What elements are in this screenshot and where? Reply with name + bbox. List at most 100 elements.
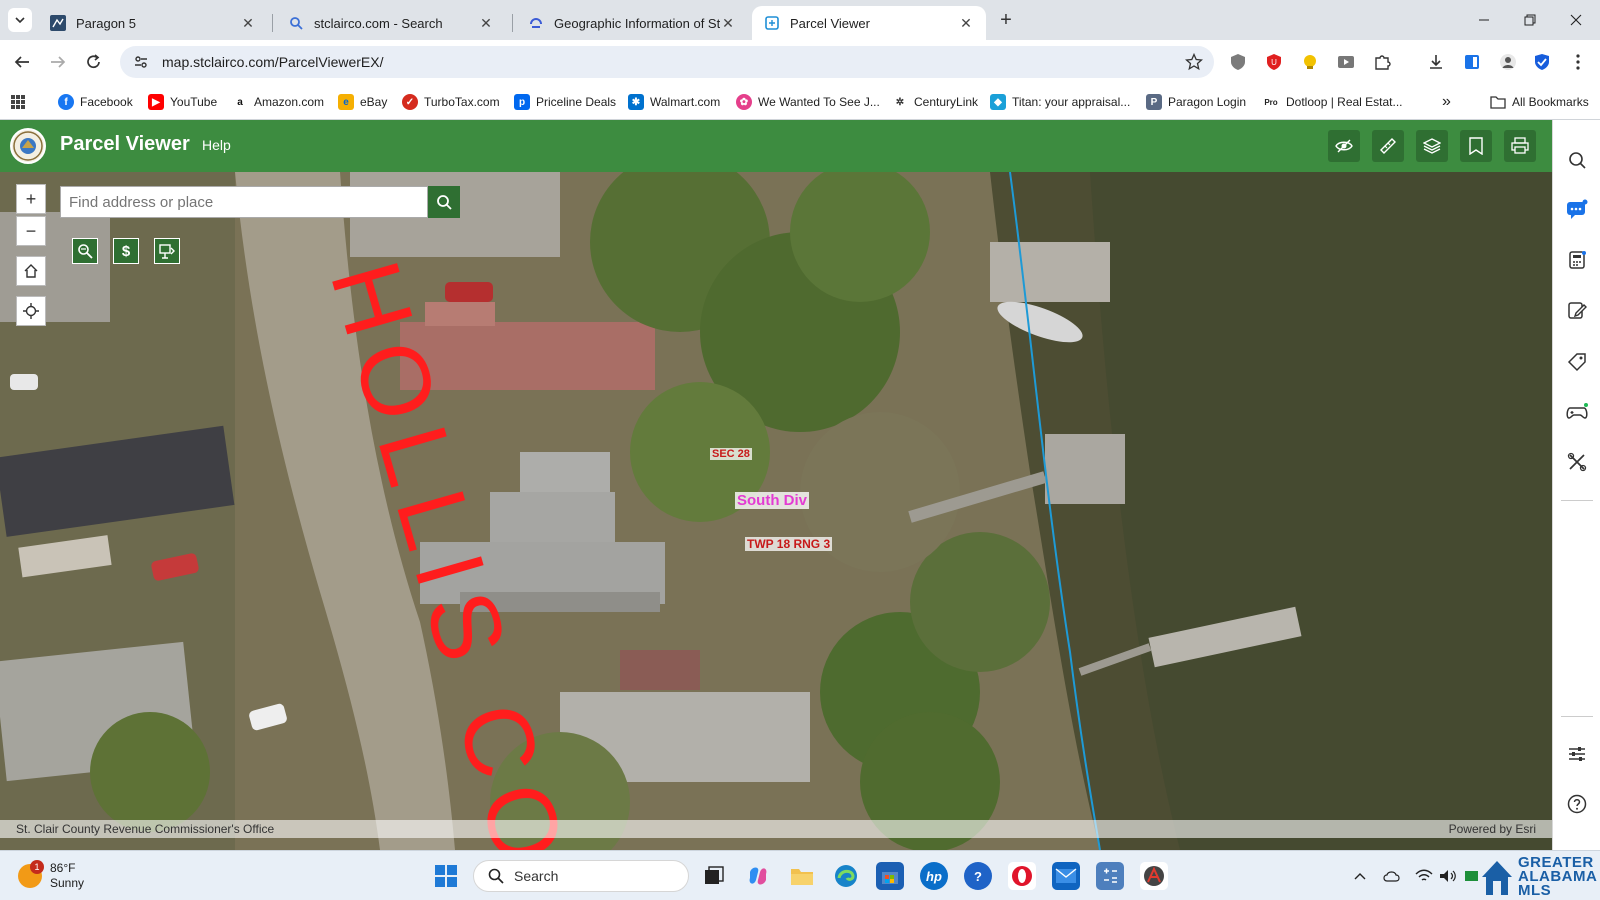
- notes-button[interactable]: [1565, 298, 1589, 322]
- paragon-icon: P: [1146, 94, 1162, 110]
- bookmark-label: CenturyLink: [914, 95, 979, 109]
- downloads-icon[interactable]: [1426, 52, 1446, 72]
- locate-me-button[interactable]: [16, 296, 46, 326]
- file-explorer-app[interactable]: [788, 862, 816, 890]
- side-panel-icon[interactable]: [1462, 52, 1482, 72]
- extensions-puzzle-icon[interactable]: [1372, 52, 1392, 72]
- tax-value-tool-button[interactable]: $: [113, 238, 139, 264]
- measure-button[interactable]: [1372, 130, 1404, 162]
- help-sidebar-button[interactable]: [1565, 792, 1589, 816]
- search-submit-button[interactable]: [428, 186, 460, 218]
- bookmark-star-icon[interactable]: [1184, 52, 1204, 72]
- apps-shortcut[interactable]: [10, 92, 26, 112]
- minimize-window-button[interactable]: [1462, 4, 1506, 36]
- weather-widget[interactable]: 1 86°F Sunny: [18, 857, 84, 895]
- task-view-button[interactable]: [700, 862, 728, 890]
- customize-sidebar-button[interactable]: [1565, 742, 1589, 766]
- tools-button[interactable]: [1565, 450, 1589, 474]
- forward-button[interactable]: [46, 50, 70, 74]
- help-link[interactable]: Help: [202, 137, 231, 153]
- layers-button[interactable]: [1416, 130, 1448, 162]
- tab-parcel-viewer[interactable]: Parcel Viewer ✕: [752, 6, 986, 40]
- bookmark-youtube[interactable]: ▶ YouTube: [148, 92, 217, 112]
- tab-title: stclairco.com - Search: [314, 15, 443, 31]
- onedrive-tray[interactable]: [1382, 866, 1402, 886]
- shopping-button[interactable]: [1565, 350, 1589, 374]
- profile-avatar-icon[interactable]: [1498, 52, 1518, 72]
- all-bookmarks-folder[interactable]: All Bookmarks: [1490, 92, 1589, 112]
- bookmark-walmart[interactable]: ✱ Walmart.com: [628, 92, 720, 112]
- print-button[interactable]: [1504, 130, 1536, 162]
- edge-app[interactable]: [832, 862, 860, 890]
- outlook-app[interactable]: [1052, 862, 1080, 890]
- basemap-toggle-button[interactable]: [1328, 130, 1360, 162]
- svg-text:U: U: [1271, 58, 1277, 67]
- close-tab-icon[interactable]: ✕: [720, 15, 736, 31]
- home-extent-button[interactable]: [16, 256, 46, 286]
- site-settings-icon[interactable]: [132, 53, 150, 71]
- wifi-tray[interactable]: [1414, 866, 1434, 886]
- extension-video-icon[interactable]: [1336, 52, 1356, 72]
- start-button[interactable]: [432, 862, 460, 890]
- sales-tool-button[interactable]: [154, 238, 180, 264]
- bookmark-turbotax[interactable]: ✓ TurboTax.com: [402, 92, 500, 112]
- close-tab-icon[interactable]: ✕: [240, 15, 256, 31]
- new-tab-button[interactable]: +: [994, 8, 1018, 32]
- back-button[interactable]: [10, 50, 34, 74]
- tab-stclairco-search[interactable]: stclairco.com - Search ✕: [276, 6, 506, 40]
- search-panel-button[interactable]: [1565, 148, 1589, 172]
- bookmark-priceline[interactable]: p Priceline Deals: [514, 92, 616, 112]
- calculator-button[interactable]: [1565, 248, 1589, 272]
- restore-window-button[interactable]: [1508, 4, 1552, 36]
- bookmark-titan[interactable]: ◆ Titan: your appraisal...: [990, 92, 1130, 112]
- copilot-app[interactable]: [744, 862, 772, 890]
- zoom-out-button[interactable]: −: [16, 216, 46, 246]
- address-bar[interactable]: map.stclairco.com/ParcelViewerEX/: [120, 46, 1214, 78]
- titan-icon: ◆: [990, 94, 1006, 110]
- close-tab-icon[interactable]: ✕: [958, 15, 974, 31]
- copilot-chat-button[interactable]: [1565, 198, 1589, 222]
- bookmark-we-wanted-to-see[interactable]: ✿ We Wanted To See J...: [736, 92, 880, 112]
- zoom-in-button[interactable]: +: [16, 184, 46, 214]
- microsoft-store-app[interactable]: [876, 862, 904, 890]
- bookmark-amazon[interactable]: a Amazon.com: [232, 92, 324, 112]
- extension-bitwarden-icon[interactable]: [1532, 52, 1552, 72]
- calculator-app[interactable]: [1096, 862, 1124, 890]
- attribution-esri[interactable]: Powered by Esri: [1449, 822, 1536, 836]
- battery-tray[interactable]: [1462, 866, 1482, 886]
- tab-paragon[interactable]: Paragon 5 ✕: [38, 6, 268, 40]
- extension-lightbulb-icon[interactable]: [1300, 52, 1320, 72]
- hp-app[interactable]: hp: [920, 862, 948, 890]
- get-help-app[interactable]: ?: [964, 862, 992, 890]
- bookmarks-bar: f Facebook ▶ YouTube a Amazon.com e eBay ✓ Tu…: [0, 84, 1600, 120]
- bookmarks-overflow-button[interactable]: »: [1442, 92, 1451, 112]
- bookmark-facebook[interactable]: f Facebook: [58, 92, 133, 112]
- bookmark-dotloop[interactable]: Pro Dotloop | Real Estat...: [1262, 92, 1403, 112]
- reload-button[interactable]: [82, 50, 106, 74]
- pinned-browser-app[interactable]: [1008, 862, 1036, 890]
- games-button[interactable]: [1565, 400, 1589, 424]
- bookmark-centurylink[interactable]: ✲ CenturyLink: [892, 92, 978, 112]
- acrobat-app[interactable]: [1140, 862, 1168, 890]
- browser-menu-icon[interactable]: [1568, 52, 1588, 72]
- folder-icon: [791, 869, 813, 885]
- eye-slash-icon: [1335, 139, 1353, 153]
- extension-shield-icon[interactable]: [1228, 52, 1248, 72]
- tab-search-button[interactable]: [8, 8, 32, 32]
- volume-tray[interactable]: [1438, 866, 1458, 886]
- bookmark-ebay[interactable]: e eBay: [338, 92, 387, 112]
- address-search-field[interactable]: [60, 186, 428, 218]
- parcel-map[interactable]: HOLLIS CO + − $ SEC 28 South Div TWP 18 …: [0, 172, 1552, 850]
- address-search-input[interactable]: [61, 187, 427, 217]
- bookmark-paragon-login[interactable]: P Paragon Login: [1146, 92, 1246, 112]
- bookmark-map-button[interactable]: [1460, 130, 1492, 162]
- close-tab-icon[interactable]: ✕: [478, 15, 494, 31]
- extension-red-shield-icon[interactable]: U: [1264, 52, 1284, 72]
- parcel-search-tool-button[interactable]: [72, 238, 98, 264]
- subdivision-label: South Div: [735, 492, 809, 509]
- close-window-button[interactable]: [1554, 4, 1598, 36]
- tab-geographic-information[interactable]: Geographic Information of St. C ✕: [516, 6, 748, 40]
- show-hidden-icons-button[interactable]: [1350, 866, 1370, 886]
- taskbar-search-box[interactable]: Search: [473, 860, 689, 892]
- paragon-favicon-icon: [50, 15, 66, 31]
